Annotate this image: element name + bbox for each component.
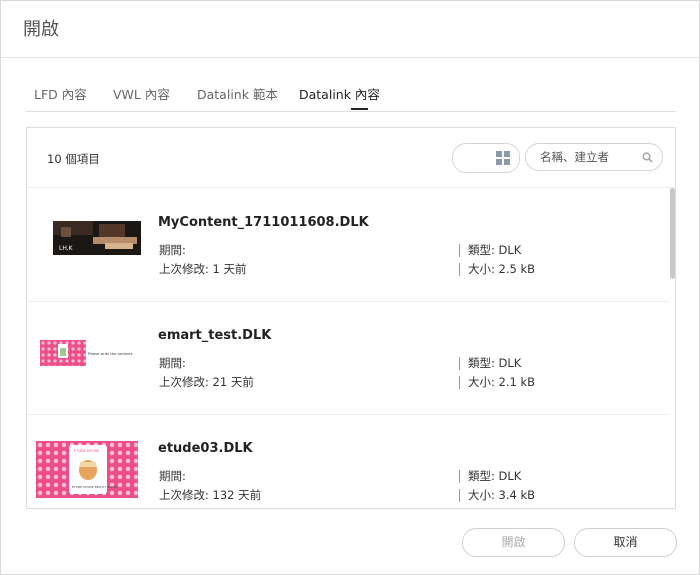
thumbnail: Please write the contents <box>40 340 134 366</box>
svg-text:ETUDE HOUSE BEAUTY EVENT: ETUDE HOUSE BEAUTY EVENT <box>72 485 118 489</box>
svg-text:LH.K: LH.K <box>59 245 74 252</box>
search-input[interactable] <box>540 149 635 165</box>
search-box[interactable] <box>525 143 663 171</box>
svg-text:Please write the contents: Please write the contents <box>88 352 133 356</box>
file-type: 類型: DLK <box>468 243 522 257</box>
meta-divider <box>459 376 460 389</box>
scrollbar-thumb[interactable] <box>670 188 675 279</box>
file-type: 類型: DLK <box>468 469 522 483</box>
svg-text:ETUDE HOUSE: ETUDE HOUSE <box>74 449 99 453</box>
thumbnail: ETUDE HOUSE ETUDE HOUSE BEAUTY EVENT <box>36 441 138 498</box>
view-toggle <box>452 143 520 173</box>
file-name: etude03.DLK <box>158 441 253 456</box>
file-type: 類型: DLK <box>468 356 522 370</box>
content-panel: 10 個項目 名稱、建立者 LH.K MyContent_1711011608.… <box>26 127 676 509</box>
meta-divider <box>459 357 460 370</box>
modified-text: 上次修改: 132 天前 <box>159 488 262 502</box>
period-label: 期間: <box>159 469 186 483</box>
file-name: MyContent_1711011608.DLK <box>158 215 369 230</box>
tab-vwl-content[interactable]: VWL 內容 <box>113 84 170 103</box>
meta-divider <box>459 470 460 483</box>
meta-divider <box>459 244 460 257</box>
active-tab-indicator <box>351 108 368 110</box>
tab-datalink-content[interactable]: Datalink 內容 <box>299 84 380 103</box>
panel-toolbar: 10 個項目 <box>27 128 675 188</box>
meta-divider <box>459 489 460 502</box>
file-size: 大小: 2.5 kB <box>468 262 536 276</box>
thumbnail: LH.K <box>53 221 141 255</box>
grid-icon <box>496 151 510 165</box>
file-size: 大小: 2.1 kB <box>468 375 536 389</box>
cancel-button[interactable]: 取消 <box>574 528 677 557</box>
tab-bar: LFD 內容 VWL 內容 Datalink 範本 Datalink 內容 <box>25 81 676 112</box>
period-label: 期間: <box>159 356 186 370</box>
item-count: 10 個項目 <box>47 152 100 166</box>
dialog-title: 開啟 <box>23 19 59 40</box>
file-size: 大小: 3.4 kB <box>468 488 536 502</box>
tab-lfd-content[interactable]: LFD 內容 <box>34 84 87 103</box>
title-divider <box>1 57 699 58</box>
grid-view-button[interactable] <box>486 144 519 172</box>
list-item[interactable]: Please write the contents emart_test.DLK… <box>27 301 669 415</box>
list-item[interactable]: ETUDE HOUSE ETUDE HOUSE BEAUTY EVENT etu… <box>27 414 669 508</box>
file-list: LH.K MyContent_1711011608.DLK 期間: 上次修改: … <box>27 188 669 508</box>
modified-text: 上次修改: 21 天前 <box>159 375 254 389</box>
file-name: emart_test.DLK <box>158 328 272 343</box>
modified-text: 上次修改: 1 天前 <box>159 262 247 276</box>
tab-datalink-template[interactable]: Datalink 範本 <box>197 84 278 103</box>
search-icon[interactable] <box>642 152 653 163</box>
meta-divider <box>459 263 460 276</box>
open-dialog: 開啟 LFD 內容 VWL 內容 Datalink 範本 Datalink 內容… <box>0 0 700 575</box>
list-item[interactable]: LH.K MyContent_1711011608.DLK 期間: 上次修改: … <box>27 188 669 302</box>
open-button[interactable]: 開啟 <box>462 528 565 557</box>
period-label: 期間: <box>159 243 186 257</box>
list-scrollbar[interactable] <box>669 188 675 508</box>
